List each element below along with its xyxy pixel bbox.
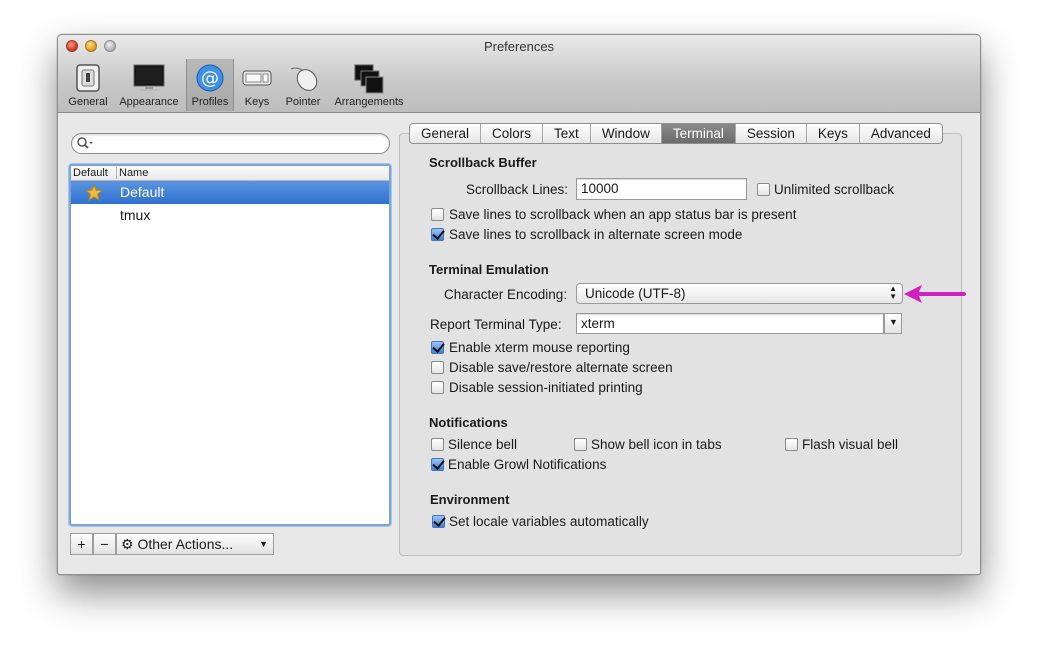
report-type-dropdown-button[interactable]: ▼ xyxy=(884,313,902,334)
preferences-window: Preferences General Appearance @ Profile… xyxy=(57,34,981,575)
switch-icon xyxy=(76,64,100,92)
locale-checkbox[interactable] xyxy=(432,515,445,528)
chevron-down-icon: ▼ xyxy=(259,539,268,549)
star-icon xyxy=(85,184,103,201)
toolbar-keys[interactable]: Keys xyxy=(238,59,276,111)
encoding-label: Character Encoding: xyxy=(444,287,568,302)
profile-row-default[interactable]: Default xyxy=(71,181,389,204)
xterm-mouse-checkbox[interactable] xyxy=(431,341,444,354)
profile-list[interactable]: Default Name Default tmux xyxy=(69,164,391,526)
tab-keys[interactable]: Keys xyxy=(807,124,860,143)
annotation-arrow-icon xyxy=(904,285,966,303)
keyboard-icon xyxy=(242,70,272,86)
status-bar-scrollback-label: Save lines to scrollback when an app sta… xyxy=(449,207,797,222)
search-input[interactable] xyxy=(96,135,381,152)
column-header-default[interactable]: Default xyxy=(73,167,108,179)
toolbar-profiles[interactable]: @ Profiles xyxy=(186,59,234,111)
scrollback-lines-label: Scrollback Lines: xyxy=(466,182,569,197)
scrollback-lines-field[interactable]: 10000 xyxy=(576,178,747,200)
save-restore-label: Disable save/restore alternate screen xyxy=(449,360,673,375)
tab-colors[interactable]: Colors xyxy=(481,124,544,143)
chevron-down-icon: ▼ xyxy=(889,317,898,327)
toolbar-general[interactable]: General xyxy=(64,59,112,111)
growl-checkbox[interactable] xyxy=(431,458,444,471)
toolbar-appearance[interactable]: Appearance xyxy=(114,59,184,111)
terminal-settings-panel: Scrollback Buffer Scrollback Lines: 1000… xyxy=(399,133,962,556)
column-divider xyxy=(116,167,117,179)
session-printing-checkbox[interactable] xyxy=(431,381,444,394)
mouse-icon xyxy=(290,67,318,91)
session-printing-label: Disable session-initiated printing xyxy=(449,380,643,395)
remove-profile-button[interactable]: − xyxy=(93,533,116,555)
tab-window[interactable]: Window xyxy=(591,124,662,143)
profile-name: Default xyxy=(120,184,165,200)
silence-bell-checkbox[interactable] xyxy=(431,438,444,451)
title-bar: Preferences General Appearance @ Profile… xyxy=(58,35,980,113)
flash-visual-bell-checkbox[interactable] xyxy=(785,438,798,451)
bell-icon-tabs-label: Show bell icon in tabs xyxy=(591,437,722,452)
profile-row-tmux[interactable]: tmux xyxy=(71,204,389,227)
unlimited-scrollback-label: Unlimited scrollback xyxy=(774,182,895,197)
alternate-screen-scrollback-label: Save lines to scrollback in alternate sc… xyxy=(449,227,743,242)
tab-session[interactable]: Session xyxy=(736,124,807,143)
column-header-name[interactable]: Name xyxy=(119,167,148,179)
scrollback-heading: Scrollback Buffer xyxy=(429,155,537,170)
search-icon xyxy=(77,137,93,149)
list-header: Default Name xyxy=(71,166,389,181)
profile-search[interactable] xyxy=(71,133,390,154)
tab-advanced[interactable]: Advanced xyxy=(860,124,942,143)
xterm-mouse-label: Enable xterm mouse reporting xyxy=(449,340,630,355)
locale-label: Set locale variables automatically xyxy=(449,514,649,529)
status-bar-scrollback-checkbox[interactable] xyxy=(431,208,444,221)
toolbar-arrangements[interactable]: Arrangements xyxy=(330,59,408,111)
profile-name: tmux xyxy=(120,207,151,223)
alternate-screen-scrollback-checkbox[interactable] xyxy=(431,228,444,241)
encoding-select[interactable]: Unicode (UTF-8) ▲ ▼ xyxy=(576,283,903,304)
tab-bar: General Colors Text Window Terminal Sess… xyxy=(409,123,943,144)
updown-arrows-icon: ▲ ▼ xyxy=(889,284,897,301)
tab-general[interactable]: General xyxy=(410,124,482,143)
save-restore-checkbox[interactable] xyxy=(431,361,444,374)
silence-bell-label: Silence bell xyxy=(448,437,518,452)
gear-icon: ⚙ xyxy=(121,536,134,552)
at-sign-icon: @ xyxy=(196,64,224,92)
bell-icon-tabs-checkbox[interactable] xyxy=(574,438,587,451)
report-type-field[interactable]: xterm xyxy=(576,313,884,334)
toolbar-pointer[interactable]: Pointer xyxy=(280,59,326,111)
flash-visual-bell-label: Flash visual bell xyxy=(802,437,899,452)
other-actions-button[interactable]: ⚙ Other Actions... ▼ xyxy=(116,533,274,555)
window-title: Preferences xyxy=(483,39,555,54)
tab-text[interactable]: Text xyxy=(543,124,591,143)
other-actions-label: Other Actions... xyxy=(137,536,234,552)
environment-heading: Environment xyxy=(430,492,510,507)
windows-icon xyxy=(354,64,384,94)
growl-label: Enable Growl Notifications xyxy=(448,457,607,472)
svg-text:@: @ xyxy=(201,68,219,89)
unlimited-scrollback-checkbox[interactable] xyxy=(757,183,770,196)
monitor-icon xyxy=(133,64,165,91)
report-type-label: Report Terminal Type: xyxy=(430,317,562,332)
emulation-heading: Terminal Emulation xyxy=(429,262,549,277)
notifications-heading: Notifications xyxy=(429,415,508,430)
encoding-value: Unicode (UTF-8) xyxy=(585,286,686,301)
add-profile-button[interactable]: + xyxy=(70,533,93,555)
tab-terminal[interactable]: Terminal xyxy=(661,124,736,143)
